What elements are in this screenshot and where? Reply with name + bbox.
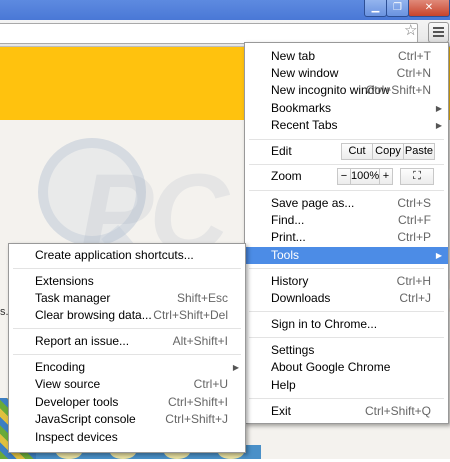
title-bar: ▁ ❐ ✕ [0, 0, 450, 20]
menu-item-create-shortcuts[interactable]: Create application shortcuts... [9, 247, 245, 264]
menu-item-recent-tabs[interactable]: Recent Tabs ▶ [245, 117, 448, 134]
tools-submenu: Create application shortcuts... Extensio… [8, 243, 246, 453]
menu-item-help[interactable]: Help [245, 377, 448, 394]
menu-item-inspect-devices[interactable]: Inspect devices [9, 429, 245, 446]
menu-separator [13, 268, 241, 269]
menu-separator [249, 190, 444, 191]
address-bar[interactable] [0, 23, 418, 44]
menu-item-settings[interactable]: Settings [245, 342, 448, 359]
menu-separator [13, 328, 241, 329]
close-icon[interactable]: ✕ [408, 0, 450, 17]
menu-separator [249, 268, 444, 269]
menu-item-find[interactable]: Find... Ctrl+F [245, 212, 448, 229]
menu-item-print[interactable]: Print... Ctrl+P [245, 229, 448, 246]
submenu-arrow-icon: ▶ [232, 363, 239, 372]
menu-item-new-incognito[interactable]: New incognito window Ctrl+Shift+N [245, 82, 448, 99]
menu-item-new-window[interactable]: New window Ctrl+N [245, 65, 448, 82]
menu-separator [13, 354, 241, 355]
menu-item-sign-in[interactable]: Sign in to Chrome... [245, 316, 448, 333]
zoom-out-button[interactable]: − [337, 168, 351, 185]
menu-separator [249, 398, 444, 399]
menu-item-javascript-console[interactable]: JavaScript console Ctrl+Shift+J [9, 411, 245, 428]
zoom-in-button[interactable]: + [379, 168, 393, 185]
paste-button[interactable]: Paste [403, 143, 435, 160]
minimize-icon[interactable]: ▁ [364, 0, 387, 17]
menu-item-task-manager[interactable]: Task manager Shift+Esc [9, 290, 245, 307]
zoom-level: 100% [350, 168, 380, 185]
menu-item-bookmarks[interactable]: Bookmarks ▶ [245, 100, 448, 117]
menu-separator [249, 337, 444, 338]
submenu-arrow-icon: ▶ [435, 104, 442, 113]
menu-item-clear-browsing[interactable]: Clear browsing data... Ctrl+Shift+Del [9, 307, 245, 324]
menu-separator [249, 164, 444, 165]
menu-item-tools[interactable]: Tools ▶ [245, 247, 448, 264]
menu-separator [249, 139, 444, 140]
menu-item-downloads[interactable]: Downloads Ctrl+J [245, 290, 448, 307]
menu-item-report-issue[interactable]: Report an issue... Alt+Shift+I [9, 333, 245, 350]
menu-item-extensions[interactable]: Extensions [9, 273, 245, 290]
menu-item-view-source[interactable]: View source Ctrl+U [9, 376, 245, 393]
hamburger-menu-icon[interactable] [428, 22, 449, 43]
submenu-arrow-icon: ▶ [435, 251, 442, 260]
fullscreen-icon[interactable]: ⛶ [400, 168, 434, 185]
menu-item-developer-tools[interactable]: Developer tools Ctrl+Shift+I [9, 394, 245, 411]
menu-item-encoding[interactable]: Encoding ▶ [9, 359, 245, 376]
menu-item-save-page[interactable]: Save page as... Ctrl+S [245, 195, 448, 212]
submenu-arrow-icon: ▶ [435, 121, 442, 130]
restore-icon[interactable]: ❐ [386, 0, 409, 17]
menu-separator [249, 311, 444, 312]
copy-button[interactable]: Copy [372, 143, 404, 160]
star-icon[interactable]: ☆ [404, 21, 417, 39]
cut-button[interactable]: Cut [341, 143, 373, 160]
menu-item-exit[interactable]: Exit Ctrl+Shift+Q [245, 403, 448, 420]
menu-item-history[interactable]: History Ctrl+H [245, 273, 448, 290]
menu-item-about[interactable]: About Google Chrome [245, 359, 448, 376]
menu-item-new-tab[interactable]: New tab Ctrl+T [245, 48, 448, 65]
chrome-main-menu: New tab Ctrl+T New window Ctrl+N New inc… [244, 42, 449, 424]
